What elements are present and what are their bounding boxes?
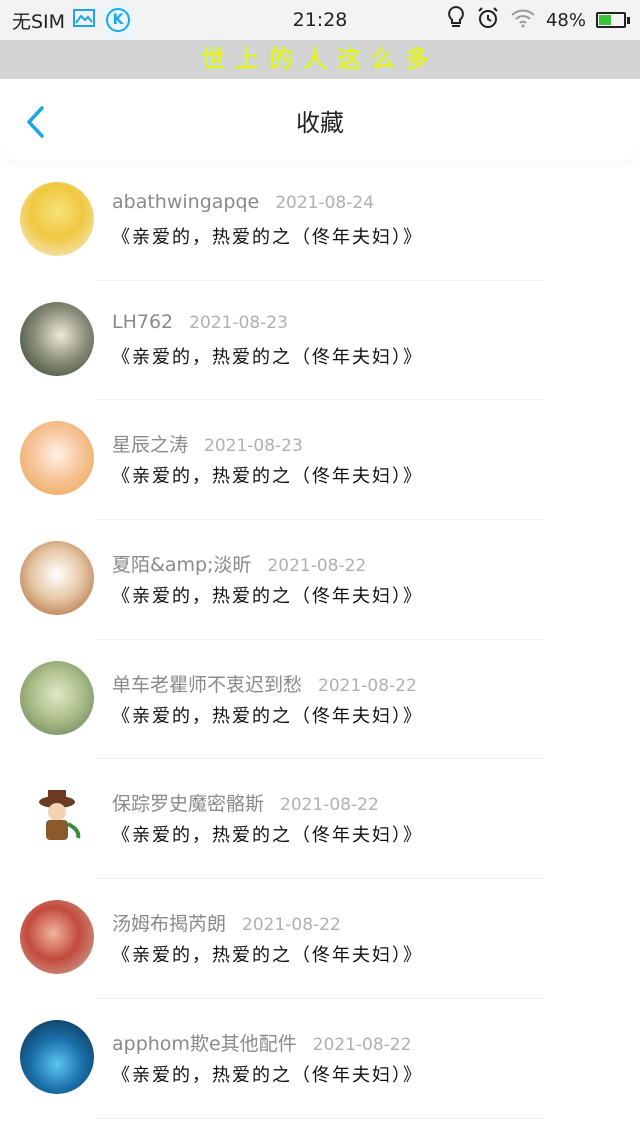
battery-percent: 48%	[545, 9, 586, 31]
date-label: 2021-08-23	[204, 436, 303, 457]
avatar[interactable]	[20, 541, 94, 616]
avatar[interactable]	[20, 301, 94, 376]
item-meta: 汤姆布揭芮朗 2021-08-22	[112, 909, 341, 936]
status-bar: 无SIM K 21:28 48%	[0, 0, 640, 40]
username[interactable]: 单车老瞿师不衷迟到愁	[112, 670, 302, 697]
username[interactable]: 夏陌&amp;淡昕	[112, 550, 251, 577]
list-item[interactable]: 单车老瞿师不衷迟到愁 2021-08-22 《亲爱的，热爱的之（佟年夫妇）》	[0, 640, 640, 760]
favorite-title[interactable]: 《亲爱的，热爱的之（佟年夫妇）》	[112, 582, 423, 608]
date-label: 2021-08-22	[318, 675, 417, 696]
list-item[interactable]: 保踪罗史魔密骼斯 2021-08-22 《亲爱的，热爱的之（佟年夫妇）》	[0, 759, 640, 880]
favorite-title[interactable]: 《亲爱的，热爱的之（佟年夫妇）》	[112, 223, 423, 249]
favorite-title[interactable]: 《亲爱的，热爱的之（佟年夫妇）》	[112, 821, 423, 847]
avatar[interactable]	[20, 182, 94, 256]
item-meta: 单车老瞿师不衷迟到愁 2021-08-22	[112, 670, 417, 697]
date-label: 2021-08-22	[280, 795, 379, 816]
list-item[interactable]: LH762 2021-08-23 《亲爱的，热爱的之（佟年夫妇）》	[0, 281, 640, 401]
item-meta: apphom欺e其他配件 2021-08-22	[112, 1029, 411, 1056]
divider	[96, 1117, 544, 1119]
username[interactable]: 星辰之涛	[112, 430, 188, 457]
list-item[interactable]: apphom欺e其他配件 2021-08-22 《亲爱的，热爱的之（佟年夫妇）》	[0, 999, 640, 1119]
item-meta: 夏陌&amp;淡昕 2021-08-22	[112, 550, 366, 577]
list-item[interactable]: 星辰之涛 2021-08-23 《亲爱的，热爱的之（佟年夫妇）》	[0, 400, 640, 521]
username[interactable]: 保踪罗史魔密骼斯	[112, 789, 264, 816]
alarm-icon	[476, 6, 500, 35]
username[interactable]: abathwingapqe	[112, 191, 259, 213]
favorite-title[interactable]: 《亲爱的，热爱的之（佟年夫妇）》	[112, 343, 423, 369]
favorite-title[interactable]: 《亲爱的，热爱的之（佟年夫妇）》	[112, 702, 423, 728]
battery-icon	[596, 12, 630, 28]
item-meta: LH762 2021-08-23	[112, 311, 288, 333]
item-meta: 星辰之涛 2021-08-23	[112, 430, 303, 457]
username[interactable]: LH762	[112, 311, 173, 333]
date-label: 2021-08-22	[242, 915, 341, 936]
wifi-icon	[510, 8, 536, 33]
username[interactable]: 汤姆布揭芮朗	[112, 909, 226, 936]
favorite-title[interactable]: 《亲爱的，热爱的之（佟年夫妇）》	[112, 1061, 423, 1087]
favorites-list: abathwingapqe 2021-08-24 《亲爱的，热爱的之（佟年夫妇）》 L…	[0, 161, 640, 1119]
date-label: 2021-08-22	[267, 556, 367, 577]
favorite-title[interactable]: 《亲爱的，热爱的之（佟年夫妇）》	[112, 941, 423, 967]
page-title: 收藏	[296, 109, 344, 137]
list-item[interactable]: 夏陌&amp;淡昕 2021-08-22 《亲爱的，热爱的之（佟年夫妇）》	[0, 520, 640, 640]
list-item[interactable]: abathwingapqe 2021-08-24 《亲爱的，热爱的之（佟年夫妇）》	[0, 161, 640, 281]
date-label: 2021-08-24	[275, 193, 375, 213]
avatar[interactable]	[20, 660, 94, 735]
item-meta: 保踪罗史魔密骼斯 2021-08-22	[112, 789, 379, 816]
avatar[interactable]	[20, 1019, 94, 1094]
username[interactable]: apphom欺e其他配件	[112, 1029, 297, 1056]
nav-bar: 收藏	[0, 79, 640, 161]
date-label: 2021-08-23	[189, 312, 288, 333]
avatar[interactable]	[20, 421, 94, 496]
item-meta: abathwingapqe 2021-08-24	[112, 191, 374, 213]
list-item[interactable]: 汤姆布揭芮朗 2021-08-22 《亲爱的，热爱的之（佟年夫妇）》	[0, 879, 640, 999]
banner-text: 世上的人这么多	[0, 40, 640, 79]
avatar[interactable]	[20, 780, 94, 855]
avatar[interactable]	[20, 900, 94, 975]
favorite-title[interactable]: 《亲爱的，热爱的之（佟年夫妇）》	[112, 462, 423, 488]
date-label: 2021-08-22	[312, 1034, 412, 1055]
bulb-icon	[446, 5, 466, 36]
